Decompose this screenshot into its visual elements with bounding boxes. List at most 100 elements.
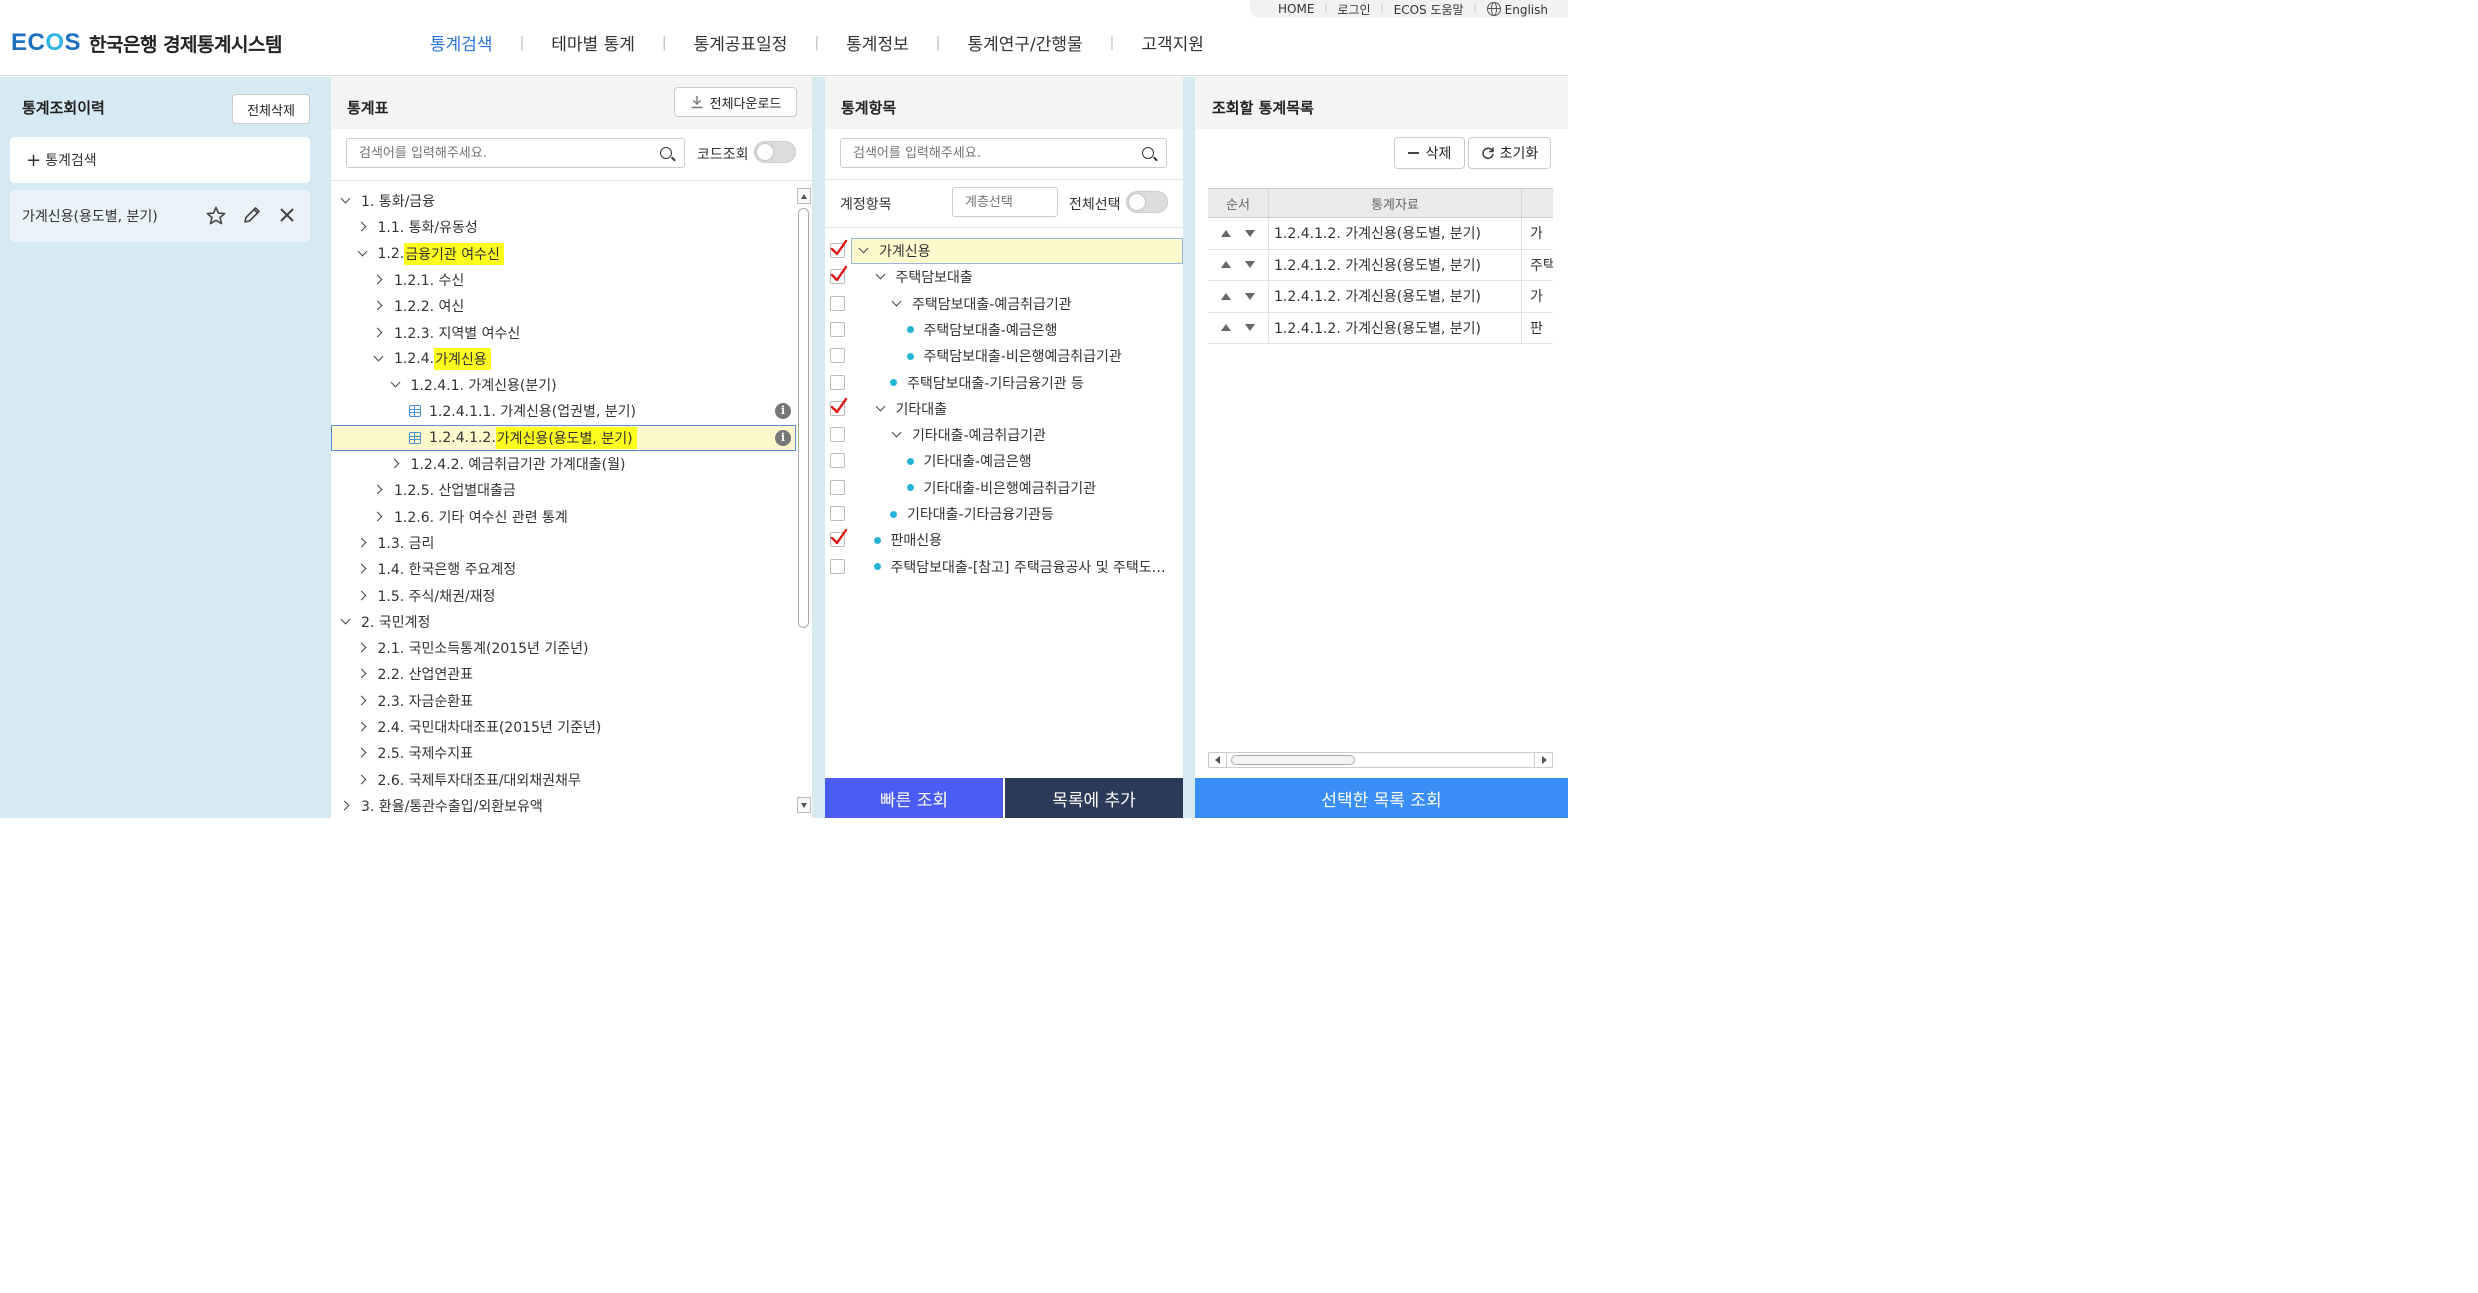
chevron-right-icon[interactable] xyxy=(356,589,370,603)
chevron-down-icon[interactable] xyxy=(372,352,386,366)
tree-node[interactable]: 1.2.4.2. 예금취급기관 가계대출(월) xyxy=(389,451,626,477)
item-checkbox[interactable] xyxy=(830,348,845,364)
tree-node[interactable]: 3. 환율/통관수출입/외환보유액 xyxy=(339,793,543,819)
code-lookup-toggle[interactable] xyxy=(754,141,796,163)
chevron-down-icon[interactable] xyxy=(857,244,871,258)
tree-node[interactable]: 2.1. 국민소득통계(2015년 기준년) xyxy=(356,635,589,661)
logo[interactable]: ECOS 한국은행 경제통계시스템 xyxy=(11,29,282,57)
tree-node[interactable]: 1.2.3. 지역별 여수신 xyxy=(372,320,520,346)
add-to-list-button[interactable]: 목록에 추가 xyxy=(1005,778,1183,818)
tree-node[interactable]: 2.2. 산업연관표 xyxy=(356,661,474,687)
nav-research[interactable]: 통계연구/간행물 xyxy=(967,30,1082,55)
tree-node[interactable]: 2.4. 국민대차대조표(2015년 기준년) xyxy=(356,714,602,740)
clear-all-button[interactable]: 전체삭제 xyxy=(232,94,310,124)
tree-node[interactable]: 2.5. 국제수지표 xyxy=(356,740,474,766)
delete-button[interactable]: 삭제 xyxy=(1394,137,1465,169)
item-checkbox[interactable] xyxy=(830,321,845,337)
quick-view-button[interactable]: 빠른 조회 xyxy=(825,778,1003,818)
chevron-down-icon[interactable] xyxy=(389,378,403,392)
item-checkbox[interactable] xyxy=(830,374,845,390)
star-icon[interactable] xyxy=(206,206,226,226)
move-down-icon[interactable] xyxy=(1245,292,1255,300)
tree-node[interactable]: 1.5. 주식/채권/재정 xyxy=(356,583,496,609)
nav-release-schedule[interactable]: 통계공표일정 xyxy=(694,30,788,55)
chevron-right-icon[interactable] xyxy=(356,562,370,576)
download-all-button[interactable]: 전체다운로드 xyxy=(674,87,797,117)
stat-item[interactable]: 기타대출-예금은행 xyxy=(906,448,1032,474)
chevron-right-icon[interactable] xyxy=(356,220,370,234)
table-search-input[interactable] xyxy=(347,139,684,167)
hscroll-thumb[interactable] xyxy=(1231,755,1355,765)
scroll-left-arrow-icon[interactable] xyxy=(1209,753,1227,767)
scroll-thumb[interactable] xyxy=(798,208,809,628)
chevron-down-icon[interactable] xyxy=(339,615,353,629)
nav-stat-info[interactable]: 통계정보 xyxy=(846,30,909,55)
table-row[interactable]: 1.2.4.1.2. 가계신용(용도별, 분기) 가 xyxy=(1208,281,1553,313)
tree-scrollbar[interactable] xyxy=(797,188,811,813)
chevron-right-icon[interactable] xyxy=(372,299,386,313)
tree-node[interactable]: 2.6. 국제투자대조표/대외채권채무 xyxy=(356,767,581,793)
chevron-right-icon[interactable] xyxy=(356,746,370,760)
tree-node[interactable]: 1.2.4. 가계신용 xyxy=(372,346,491,372)
stat-item[interactable]: 기타대출-비은행예금취급기관 xyxy=(906,475,1096,501)
table-row[interactable]: 1.2.4.1.2. 가계신용(용도별, 분기) 주택 xyxy=(1208,249,1553,281)
edit-icon[interactable] xyxy=(242,205,262,225)
add-search-button[interactable]: + 통계검색 xyxy=(10,137,310,183)
chevron-down-icon[interactable] xyxy=(874,270,888,284)
chevron-right-icon[interactable] xyxy=(356,667,370,681)
move-down-icon[interactable] xyxy=(1245,261,1255,269)
tree-node[interactable]: 1.2.5. 산업별대출금 xyxy=(372,477,516,503)
tree-node[interactable]: 1. 통화/금융 xyxy=(339,188,435,214)
history-item[interactable]: 가계신용(용도별, 분기) xyxy=(10,190,310,242)
stat-item[interactable]: 주택담보대출 xyxy=(874,264,973,290)
move-up-icon[interactable] xyxy=(1221,229,1231,237)
tree-leaf-table[interactable]: 1.2.4.1.1. 가계신용(업권별, 분기) xyxy=(409,398,636,424)
tree-node[interactable]: 1.1. 통화/유동성 xyxy=(356,214,478,240)
chevron-down-icon[interactable] xyxy=(874,402,888,416)
tree-node[interactable]: 1.2.1. 수신 xyxy=(372,267,464,293)
stat-item[interactable]: 기타대출 xyxy=(874,396,948,422)
reset-button[interactable]: 초기화 xyxy=(1468,137,1551,169)
stat-item[interactable]: 주택담보대출-예금은행 xyxy=(906,317,1057,343)
stat-item[interactable]: 가계신용 xyxy=(857,238,931,264)
stat-item[interactable]: 주택담보대출-예금취급기관 xyxy=(890,291,1072,317)
search-icon[interactable] xyxy=(1142,147,1154,159)
tree-leaf-table[interactable]: 1.2.4.1.2. 가계신용(용도별, 분기) xyxy=(409,425,637,451)
chevron-right-icon[interactable] xyxy=(372,326,386,340)
stat-item[interactable]: 주택담보대출-기타금융기관 등 xyxy=(890,370,1084,396)
chevron-down-icon[interactable] xyxy=(356,247,370,261)
chevron-down-icon[interactable] xyxy=(339,194,353,208)
info-icon[interactable]: i xyxy=(775,429,791,446)
nav-theme-stats[interactable]: 테마별 통계 xyxy=(551,30,635,55)
stat-item[interactable]: 주택담보대출-[참고] 주택금융공사 및 주택도… xyxy=(873,554,1166,580)
chevron-right-icon[interactable] xyxy=(372,483,386,497)
move-down-icon[interactable] xyxy=(1245,324,1255,332)
chevron-down-icon[interactable] xyxy=(890,297,904,311)
chevron-right-icon[interactable] xyxy=(356,536,370,550)
item-checkbox[interactable] xyxy=(830,295,845,311)
tree-node[interactable]: 1.2.6. 기타 여수신 관련 통계 xyxy=(372,504,568,530)
chevron-right-icon[interactable] xyxy=(372,273,386,287)
item-checkbox[interactable] xyxy=(830,479,845,495)
nav-stat-search[interactable]: 통계검색 xyxy=(430,30,493,55)
move-up-icon[interactable] xyxy=(1221,261,1231,269)
info-icon[interactable]: i xyxy=(775,403,791,420)
tree-node[interactable]: 1.3. 금리 xyxy=(356,530,435,556)
level-select-input[interactable] xyxy=(953,188,1057,216)
chevron-right-icon[interactable] xyxy=(339,799,353,813)
scroll-right-arrow-icon[interactable] xyxy=(1534,753,1552,767)
view-selected-button[interactable]: 선택한 목록 조회 xyxy=(1195,778,1568,818)
chevron-down-icon[interactable] xyxy=(890,428,904,442)
item-checkbox[interactable] xyxy=(830,453,845,469)
tree-node[interactable]: 1.2. 금융기관 여수신 xyxy=(356,241,504,267)
close-icon[interactable] xyxy=(278,206,296,224)
item-checkbox[interactable] xyxy=(830,427,845,443)
chevron-right-icon[interactable] xyxy=(389,457,403,471)
items-search-input[interactable] xyxy=(841,139,1166,167)
move-down-icon[interactable] xyxy=(1245,229,1255,237)
table-row[interactable]: 1.2.4.1.2. 가계신용(용도별, 분기) 판 xyxy=(1208,312,1553,344)
chevron-right-icon[interactable] xyxy=(356,773,370,787)
nav-support[interactable]: 고객지원 xyxy=(1141,30,1204,55)
tree-node[interactable]: 2. 국민계정 xyxy=(339,609,430,635)
tree-node[interactable]: 2.3. 자금순환표 xyxy=(356,688,474,714)
